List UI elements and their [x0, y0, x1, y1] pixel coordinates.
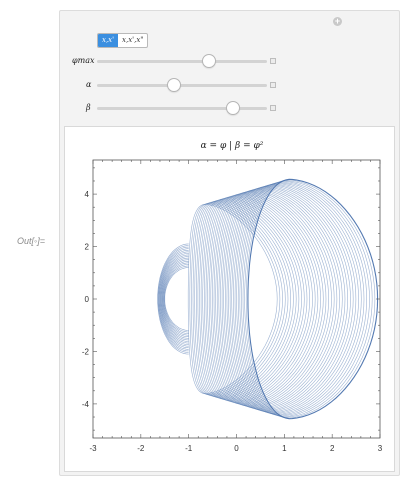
- plot-title: α = φ | β = φ²: [201, 141, 264, 151]
- orbit-curve: [223, 189, 338, 409]
- y-tick-label: 0: [85, 295, 90, 304]
- x-tick-label: -2: [137, 444, 145, 453]
- orbit-curve: [208, 195, 313, 403]
- x-tick-label: 0: [234, 444, 239, 453]
- phase-portrait-plot: α = φ | β = φ² -3 -2 -1 0 1 2 3 4 2 0 -2 -4: [82, 141, 383, 453]
- orbit-curve: [163, 264, 189, 334]
- x-tick-label: -3: [89, 444, 97, 453]
- y-tick-label: 2: [85, 243, 90, 252]
- x-tick-label: 2: [330, 444, 335, 453]
- x-tick-label: 1: [282, 444, 287, 453]
- orbit-curve: [221, 189, 335, 409]
- y-tick-label: -4: [82, 400, 90, 409]
- x-tick-label: 3: [378, 444, 383, 453]
- y-tick-label: -2: [82, 347, 90, 356]
- y-tick-label: 4: [85, 190, 90, 199]
- orbit-curve: [210, 194, 316, 404]
- orbit-curves: [157, 178, 379, 420]
- orbit-curve: [162, 262, 189, 336]
- orbit-curve: [220, 190, 332, 408]
- x-tick-label: -1: [185, 444, 193, 453]
- plot-axes: -3 -2 -1 0 1 2 3 4 2 0 -2 -4: [82, 159, 383, 453]
